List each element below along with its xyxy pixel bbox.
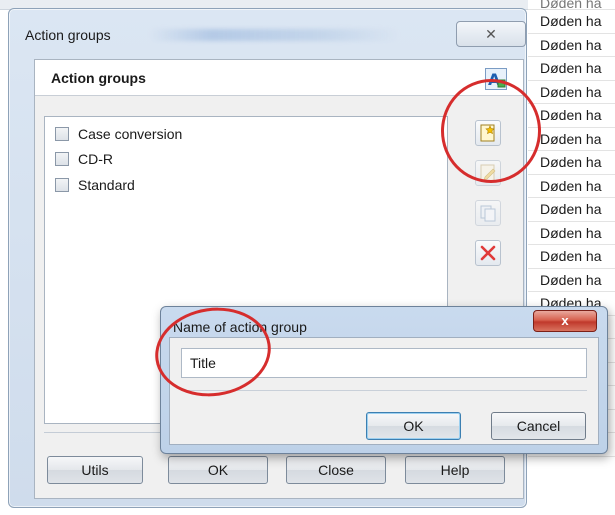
background-list-row: Døden ha	[528, 269, 615, 292]
annotation-circle	[441, 79, 541, 183]
blurred-title-text	[149, 29, 399, 41]
list-item[interactable]: CD-R	[55, 148, 113, 170]
delete-group-button[interactable]	[475, 240, 501, 266]
background-list-row: Døden ha	[528, 0, 615, 10]
group-label: Standard	[78, 177, 135, 193]
close-button[interactable]: Close	[286, 456, 386, 484]
copy-icon	[480, 205, 496, 222]
list-item[interactable]: Case conversion	[55, 123, 182, 145]
ok-button[interactable]: OK	[366, 412, 461, 440]
ok-button-main[interactable]: OK	[168, 456, 268, 484]
background-list-row: Døden ha	[528, 57, 615, 81]
checkbox[interactable]	[55, 127, 69, 141]
utils-button[interactable]: Utils	[47, 456, 143, 484]
window-title: Action groups	[25, 27, 111, 43]
group-label: CD-R	[78, 151, 113, 167]
background-list-row: Døden ha	[528, 81, 615, 104]
cancel-button[interactable]: Cancel	[491, 412, 586, 440]
background-list-row: Døden ha	[528, 10, 615, 34]
dialog-close-button[interactable]: x	[533, 310, 597, 332]
help-button[interactable]: Help	[405, 456, 505, 484]
background-list-row: Døden ha	[528, 104, 615, 128]
checkbox[interactable]	[55, 152, 69, 166]
close-window-button[interactable]: ✕	[456, 21, 526, 47]
list-item[interactable]: Standard	[55, 174, 135, 196]
separator	[181, 390, 587, 391]
background-list-row: Døden ha	[528, 34, 615, 57]
checkbox[interactable]	[55, 178, 69, 192]
section-title: Action groups	[51, 70, 146, 86]
header-band: Action groups A	[35, 60, 523, 96]
delete-icon	[480, 245, 496, 261]
background-list-row: Døden ha	[528, 128, 615, 151]
background-list-row: Døden ha	[528, 151, 615, 175]
group-label: Case conversion	[78, 126, 183, 142]
background-list-row: Døden ha	[528, 198, 615, 222]
background-list-row: Døden ha	[528, 245, 615, 269]
background-list-row: Døden ha	[528, 222, 615, 245]
background-list-row: Døden ha	[528, 175, 615, 198]
copy-group-button[interactable]	[475, 200, 501, 226]
